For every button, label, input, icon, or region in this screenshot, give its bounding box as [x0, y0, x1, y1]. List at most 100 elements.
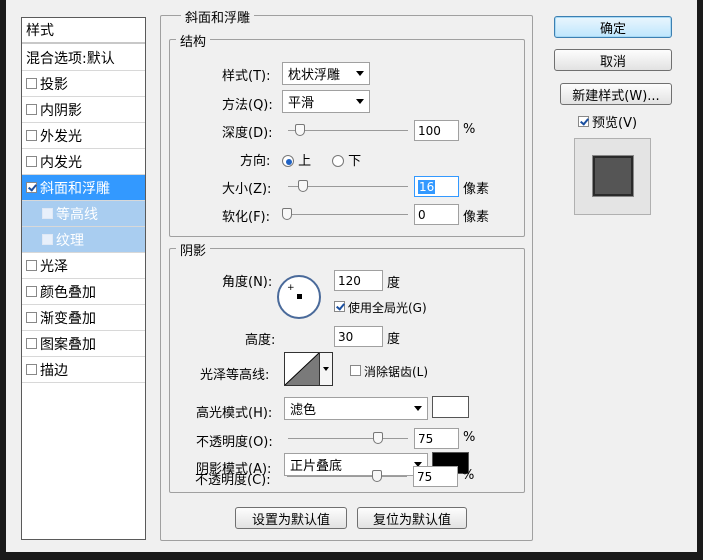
style-list-item[interactable]: 图案叠加 — [22, 331, 145, 357]
contour-curve-icon — [284, 352, 320, 386]
style-list-item[interactable]: 光泽 — [22, 253, 145, 279]
style-list-item-label: 斜面和浮雕 — [40, 180, 110, 197]
preview-thumbnail — [574, 138, 651, 215]
checkbox-icon[interactable] — [42, 234, 53, 245]
style-list-item[interactable]: 描边 — [22, 357, 145, 383]
style-list-item-label: 颜色叠加 — [40, 284, 96, 301]
preview-swatch — [593, 156, 633, 196]
chevron-down-icon — [323, 367, 329, 371]
highlight-mode-value: 滤色 — [290, 403, 317, 418]
style-list-item-label: 外发光 — [40, 128, 82, 145]
style-list-item[interactable]: 投影 — [22, 71, 145, 97]
checkbox-icon — [578, 116, 589, 127]
size-slider-thumb[interactable] — [298, 180, 308, 192]
checkbox-icon[interactable] — [26, 130, 37, 141]
soften-slider-thumb[interactable] — [282, 208, 292, 220]
highlight-mode-label: 高光模式(H): — [196, 406, 273, 421]
structure-title: 结构 — [176, 31, 211, 50]
shadow-opacity-slider[interactable] — [287, 476, 407, 477]
checkbox-icon[interactable] — [42, 208, 53, 219]
style-list-item-label: 混合选项:默认 — [26, 50, 115, 67]
style-list-item-label: 投影 — [40, 76, 68, 93]
direction-down-radio[interactable]: 下 — [332, 150, 361, 169]
radio-icon — [332, 155, 344, 167]
depth-slider[interactable] — [288, 130, 408, 131]
global-light-checkbox[interactable]: 使用全局光(G) — [334, 299, 427, 316]
shading-group: 阴影 角度(N): + 120 度 使用全局光(G) 高度: 30 度 光泽等高… — [169, 240, 525, 493]
style-select[interactable]: 枕状浮雕 — [282, 62, 370, 85]
checkbox-icon[interactable] — [26, 260, 37, 271]
gloss-contour-dropdown[interactable] — [320, 352, 333, 386]
style-list-item-label: 内阴影 — [40, 102, 82, 119]
highlight-opacity-input[interactable]: 75 — [414, 428, 459, 449]
reset-default-button[interactable]: 复位为默认值 — [357, 507, 467, 529]
style-list-item[interactable]: 渐变叠加 — [22, 305, 145, 331]
cancel-button[interactable]: 取消 — [554, 49, 672, 71]
structure-group: 结构 样式(T): 枕状浮雕 方法(Q): 平滑 深度(D): 100 % 方向… — [169, 31, 525, 237]
style-select-value: 枕状浮雕 — [288, 68, 341, 83]
style-list-item[interactable]: 等高线 — [22, 201, 145, 227]
gloss-contour-picker[interactable] — [284, 352, 320, 386]
checkbox-icon[interactable] — [26, 364, 37, 375]
checkbox-icon[interactable] — [26, 156, 37, 167]
style-list-item[interactable]: 内阴影 — [22, 97, 145, 123]
direction-up-radio[interactable]: 上 — [282, 150, 311, 169]
soften-unit: 像素 — [463, 210, 490, 225]
style-list-item[interactable]: 外发光 — [22, 123, 145, 149]
style-list-item-label: 渐变叠加 — [40, 310, 96, 327]
direction-label: 方向: — [240, 154, 271, 169]
angle-label: 角度(N): — [222, 275, 273, 290]
chevron-down-icon — [356, 99, 364, 104]
shadow-opacity-label: 不透明度(C): — [195, 473, 271, 488]
shadow-opacity-unit: % — [462, 468, 475, 483]
style-list-item[interactable]: 混合选项:默认 — [22, 45, 145, 71]
checkbox-icon — [350, 365, 361, 376]
layer-style-dialog: 样式 混合选项:默认 投影 内阴影 外发光 内发光 斜面和浮雕 等高线 纹理 光泽 颜色叠加 渐变叠… — [6, 0, 697, 552]
soften-slider[interactable] — [288, 214, 408, 215]
style-list: 样式 混合选项:默认 投影 内阴影 外发光 内发光 斜面和浮雕 等高线 纹理 光泽 颜色叠加 渐变叠… — [21, 17, 146, 540]
radio-icon — [282, 155, 294, 167]
checkbox-icon[interactable] — [26, 78, 37, 89]
highlight-opacity-unit: % — [463, 430, 476, 445]
antialias-checkbox[interactable]: 消除锯齿(L) — [350, 363, 428, 380]
style-list-item-label: 光泽 — [40, 258, 68, 275]
chevron-down-icon — [356, 71, 364, 76]
checkbox-icon[interactable] — [26, 338, 37, 349]
checkbox-icon[interactable] — [26, 182, 37, 193]
style-list-item-label: 内发光 — [40, 154, 82, 171]
make-default-button[interactable]: 设置为默认值 — [235, 507, 347, 529]
style-list-item[interactable]: 内发光 — [22, 149, 145, 175]
style-list-item-label: 描边 — [40, 362, 68, 379]
highlight-opacity-label: 不透明度(O): — [196, 435, 273, 450]
style-list-item[interactable]: 纹理 — [22, 227, 145, 253]
highlight-opacity-slider-thumb[interactable] — [373, 432, 383, 444]
angle-input[interactable]: 120 — [334, 270, 383, 291]
shadow-opacity-input[interactable]: 75 — [413, 466, 458, 487]
style-list-item-label: 纹理 — [56, 232, 84, 249]
style-list-item[interactable]: 斜面和浮雕 — [22, 175, 145, 201]
size-label: 大小(Z): — [222, 182, 272, 197]
highlight-opacity-slider[interactable] — [288, 438, 408, 439]
checkbox-icon[interactable] — [26, 312, 37, 323]
soften-input[interactable]: 0 — [414, 204, 459, 225]
method-select[interactable]: 平滑 — [282, 90, 370, 113]
chevron-down-icon — [414, 406, 422, 411]
highlight-mode-select[interactable]: 滤色 — [284, 397, 428, 420]
new-style-button[interactable]: 新建样式(W)... — [560, 83, 672, 105]
checkbox-icon[interactable] — [26, 104, 37, 115]
depth-slider-thumb[interactable] — [295, 124, 305, 136]
preview-checkbox[interactable]: 预览(V) — [578, 112, 637, 131]
ok-button[interactable]: 确定 — [554, 16, 672, 38]
size-input[interactable]: 16 — [414, 176, 459, 197]
crosshair-icon: + — [287, 283, 295, 293]
angle-dial[interactable]: + — [277, 275, 321, 319]
style-list-item[interactable]: 颜色叠加 — [22, 279, 145, 305]
shadow-mode-select[interactable]: 正片叠底 — [284, 453, 428, 476]
highlight-color-swatch[interactable] — [432, 396, 469, 418]
altitude-input[interactable]: 30 — [334, 326, 383, 347]
shadow-opacity-slider-thumb[interactable] — [372, 470, 382, 482]
depth-input[interactable]: 100 — [414, 120, 459, 141]
checkbox-icon[interactable] — [26, 286, 37, 297]
angle-dial-center — [297, 294, 302, 299]
gloss-contour-label: 光泽等高线: — [200, 368, 270, 383]
